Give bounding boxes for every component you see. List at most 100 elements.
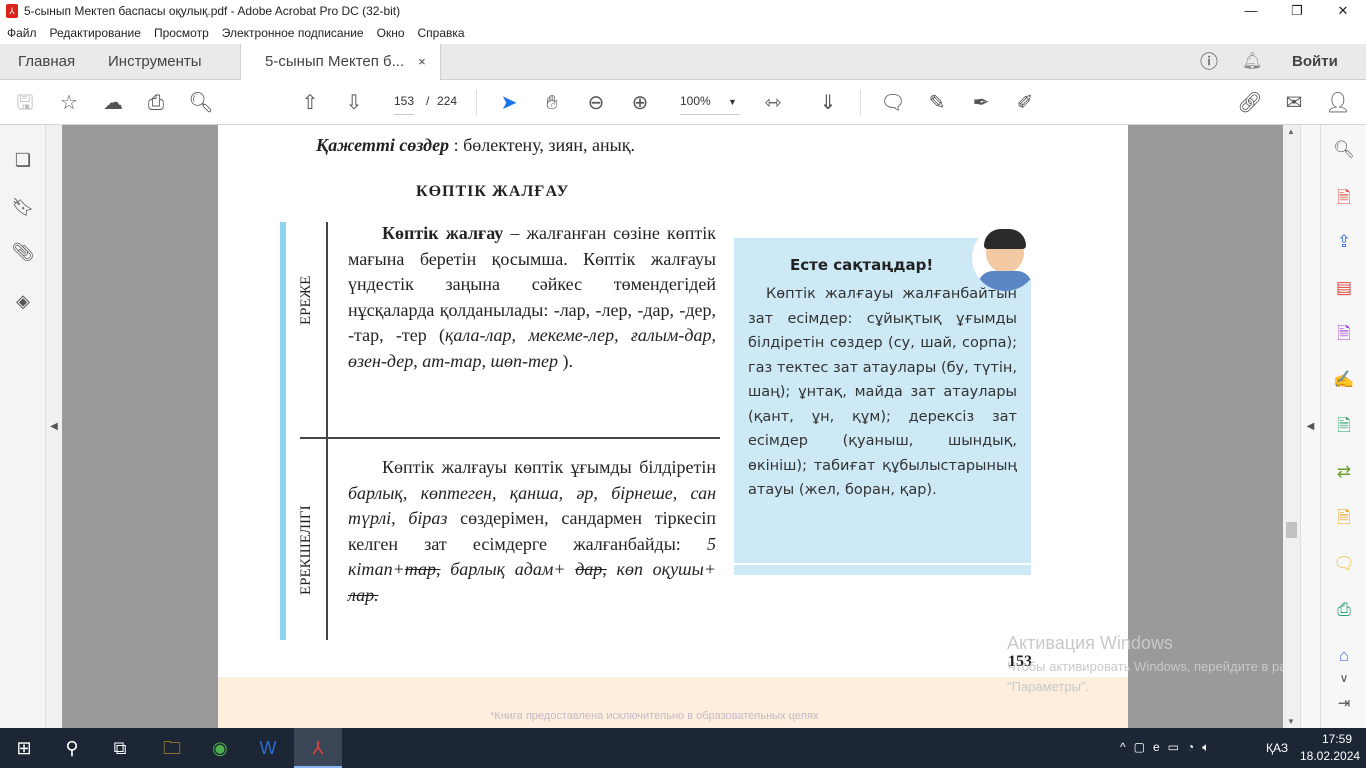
add-user-icon[interactable]: 👤︎ [1325, 90, 1351, 116]
example-2: барлық адам+ [440, 559, 576, 579]
menu-help[interactable]: Справка [418, 26, 465, 40]
expand-right-panel-icon[interactable]: ◀ [1300, 125, 1320, 728]
task-view-icon[interactable]: ⧉ [96, 728, 144, 768]
blue-stripe [280, 222, 286, 640]
comment-icon[interactable]: 🗨︎ [880, 90, 906, 116]
layers-icon[interactable]: ◈ [10, 288, 36, 314]
export-pdf-icon[interactable]: ⇪ [1331, 229, 1357, 255]
needed-label: Қажетті сөздер [316, 135, 450, 155]
language-indicator[interactable]: ҚАЗ [1266, 741, 1288, 755]
page-down-icon[interactable]: ⇩ [341, 90, 367, 116]
print-production-icon[interactable]: ⎙ [1331, 597, 1357, 623]
maximize-button[interactable]: ❐ [1274, 0, 1320, 22]
horizontal-divider [300, 437, 720, 439]
create-pdf-icon[interactable]: 🗎 [1331, 185, 1357, 211]
divider [860, 90, 861, 116]
zoom-value: 100% [680, 94, 711, 108]
highlight-pen-icon[interactable]: ✎ [924, 90, 950, 116]
fill-sign-icon[interactable]: ✍ [1331, 367, 1357, 393]
upload-cloud-icon[interactable]: ☁ [100, 90, 126, 116]
organize-pages-icon[interactable]: ▤ [1331, 275, 1357, 301]
collapse-panel-icon[interactable]: ⇥ [1331, 691, 1357, 717]
minimize-button[interactable]: — [1228, 0, 1274, 22]
edit-document-icon[interactable]: ✐ [1012, 90, 1038, 116]
search-icon[interactable]: 🔍︎ [188, 90, 214, 116]
page-thumbnails-icon[interactable]: ❏ [10, 147, 36, 173]
vertical-divider [326, 222, 328, 640]
bell-icon[interactable]: 🔔︎ [1242, 44, 1262, 80]
rule-paragraph: Көптік жалғау – жалғанған сөзіне көптік … [348, 221, 716, 374]
acrobat-taskbar-icon[interactable]: ⅄ [294, 728, 342, 768]
signin-button[interactable]: Войти [1292, 44, 1338, 80]
activation-watermark-text: Чтобы активировать Windows, перейдите в … [1007, 659, 1314, 694]
example-1-struck: тар, [404, 559, 441, 579]
tray-icons[interactable]: ^▢e▭◔🔈︎ [1120, 740, 1217, 755]
clock-time[interactable]: 17:59 [1312, 732, 1362, 746]
taskbar: ⊞ ⚲ ⧉ 🗀 ◉ W ⅄ ^▢e▭◔🔈︎ ҚАЗ 17:59 18.02.20… [0, 728, 1366, 768]
close-button[interactable]: ✕ [1320, 0, 1366, 22]
clock-date[interactable]: 18.02.2024 [1300, 749, 1360, 763]
vertical-scrollbar[interactable]: ▲ ▼ [1283, 125, 1300, 728]
file-explorer-icon[interactable]: 🗀 [148, 728, 196, 768]
chrome-icon[interactable]: ◉ [196, 728, 244, 768]
attachment-icon[interactable]: 📎︎ [10, 239, 36, 265]
help-icon[interactable]: ⓘ [1200, 44, 1218, 80]
select-cursor-icon[interactable]: ➤ [496, 90, 522, 116]
page-total: 224 [437, 94, 458, 108]
menu-edit[interactable]: Редактирование [50, 26, 141, 40]
needed-words-line: Қажетті сөздер : бөлектену, зиян, анық. [316, 135, 635, 156]
expand-left-panel-icon[interactable]: ◀ [46, 125, 62, 728]
print-icon[interactable]: ⎙ [143, 90, 169, 116]
left-navigation-panel: ❏ 🔖︎ 📎︎ ◈ [0, 125, 46, 728]
edit-pdf-icon[interactable]: 🗎 [1331, 321, 1357, 347]
menu-file[interactable]: Файл [7, 26, 37, 40]
footer-band: *Книга предоставлена исключительно в обр… [218, 677, 1128, 728]
needed-words: : бөлектену, зиян, анық. [453, 135, 636, 155]
menu-window[interactable]: Окно [377, 26, 405, 40]
comment-tool-icon[interactable]: 🗨︎ [1331, 551, 1357, 577]
zoom-out-icon[interactable]: ⊖ [583, 90, 609, 116]
save-icon[interactable]: 🖫 [12, 90, 38, 116]
zoom-in-icon[interactable]: ⊕ [627, 90, 653, 116]
scroll-thumb[interactable] [1286, 522, 1297, 538]
zoom-select[interactable]: 100% ▼ [680, 94, 740, 115]
divider [476, 90, 477, 116]
footer-note: *Книга предоставлена исключительно в обр… [490, 710, 819, 722]
more-tools-chevron-icon[interactable]: ∨ [1331, 665, 1357, 691]
send-for-review-icon[interactable]: 🗎 [1331, 413, 1357, 439]
example-2-struck: дар, [575, 559, 607, 579]
window-title: 5-сынып Мектеп баспасы оқулық.pdf - Adob… [24, 4, 401, 18]
stamp-icon[interactable]: 🗎 [1331, 505, 1357, 531]
compare-icon[interactable]: ⇄ [1331, 459, 1357, 485]
close-tab-icon[interactable]: × [418, 54, 426, 69]
scroll-mode-icon[interactable]: ⇓ [815, 90, 841, 116]
zoom-tool-icon[interactable]: 🔍︎ [1331, 137, 1357, 163]
bookmarks-icon[interactable]: 🔖︎ [10, 194, 36, 220]
word-icon[interactable]: W [244, 728, 292, 768]
tab-document-label: 5-сынып Мектеп б... [265, 53, 405, 70]
share-link-icon[interactable]: 🔗︎ [1237, 90, 1263, 116]
tab-home[interactable]: Главная [18, 44, 75, 80]
email-icon[interactable]: ✉ [1281, 90, 1307, 116]
sign-pen-icon[interactable]: ✒ [968, 90, 994, 116]
pdf-icon: ⅄ [6, 4, 18, 18]
bookmark-star-icon[interactable]: ☆ [56, 90, 82, 116]
hand-tool-icon[interactable]: ✋︎ [539, 90, 565, 116]
windows-start-icon[interactable]: ⊞ [0, 728, 48, 768]
menu-esign[interactable]: Электронное подписание [222, 26, 364, 40]
example-3: көп оқушы+ [606, 559, 716, 579]
page-number-input[interactable]: 153 [394, 94, 415, 115]
rule-term: Көптік жалғау [382, 223, 504, 243]
rule-end: ). [558, 350, 574, 371]
menu-bar: Файл Редактирование Просмотр Электронное… [0, 22, 1366, 44]
menu-view[interactable]: Просмотр [154, 26, 209, 40]
rule-side-label: ЕРЕЖЕ [298, 275, 314, 325]
feature-text: Көптік жалғауы көптік ұғымды білдіретін [382, 457, 716, 477]
tab-tools[interactable]: Инструменты [108, 44, 202, 80]
boy-illustration [972, 225, 1038, 291]
page-up-icon[interactable]: ⇧ [297, 90, 323, 116]
fit-page-icon[interactable]: ⇿ [760, 90, 786, 116]
feature-paragraph: Көптік жалғауы көптік ұғымды білдіретін … [348, 455, 716, 608]
search-taskbar-icon[interactable]: ⚲ [48, 728, 96, 768]
tab-document[interactable]: 5-сынып Мектеп б... × [240, 44, 441, 81]
